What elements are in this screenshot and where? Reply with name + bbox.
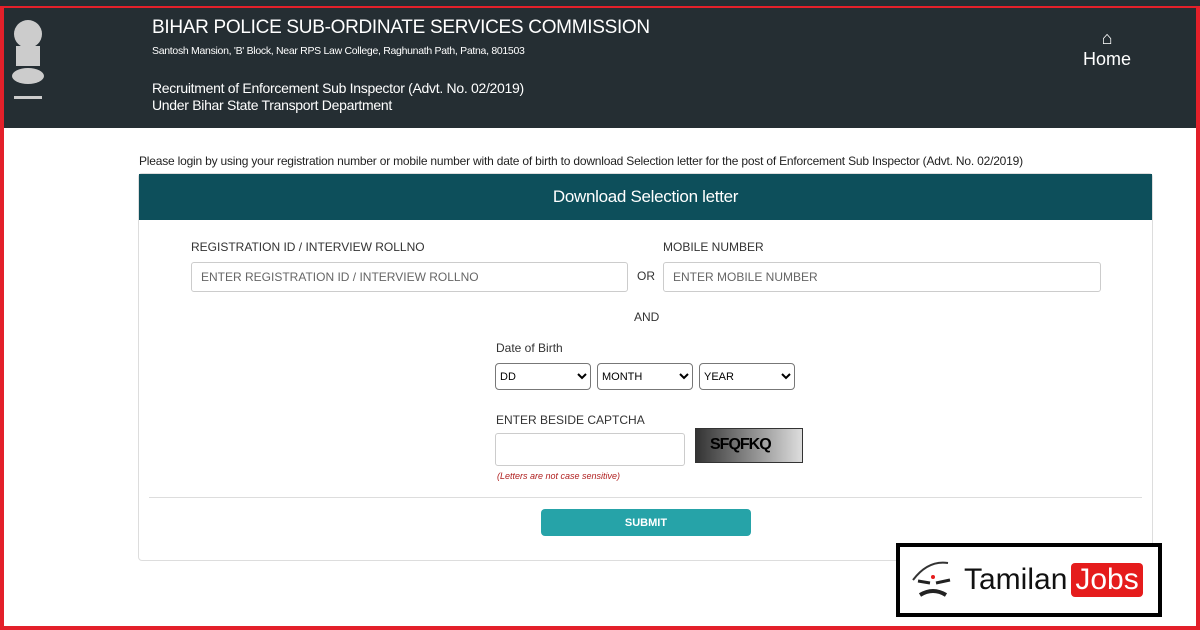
- dob-label: Date of Birth: [496, 341, 563, 355]
- registration-input[interactable]: [191, 262, 628, 292]
- month-select[interactable]: MONTH: [597, 363, 693, 390]
- mobile-label: MOBILE NUMBER: [663, 240, 764, 254]
- captcha-input[interactable]: [495, 433, 685, 466]
- mascot-face-icon: [912, 561, 951, 597]
- org-address: Santosh Mansion, 'B' Block, Near RPS Law…: [152, 45, 525, 57]
- or-label: OR: [637, 269, 655, 283]
- national-emblem-icon: [12, 20, 44, 99]
- logo-text-jobs: Jobs: [1071, 563, 1143, 597]
- year-select[interactable]: YEAR: [699, 363, 795, 390]
- panel-title: Download Selection letter: [139, 174, 1152, 220]
- top-strip: [0, 0, 1200, 6]
- and-label: AND: [634, 310, 660, 324]
- captcha-image: SFQFKQ: [695, 428, 803, 463]
- day-select[interactable]: DD: [495, 363, 591, 390]
- site-header: BIHAR POLICE SUB-ORDINATE SERVICES COMMI…: [0, 0, 1200, 128]
- department: Under Bihar State Transport Department: [152, 97, 392, 113]
- home-icon: ⌂: [1101, 28, 1113, 48]
- reg-label: REGISTRATION ID / INTERVIEW ROLLNO: [191, 240, 425, 254]
- download-panel: Download Selection letter REGISTRATION I…: [138, 173, 1153, 561]
- captcha-hint: (Letters are not case sensitive): [497, 471, 621, 481]
- logo-text-tamilan: Tamilan: [964, 563, 1068, 596]
- divider: [149, 497, 1142, 498]
- recruitment-title: Recruitment of Enforcement Sub Inspector…: [152, 80, 524, 96]
- submit-button[interactable]: SUBMIT: [541, 509, 751, 536]
- captcha-label: ENTER BESIDE CAPTCHA: [496, 413, 645, 427]
- tamilanjobs-watermark: Tamilan Jobs: [896, 543, 1162, 617]
- login-notice: Please login by using your registration …: [139, 154, 1023, 168]
- mobile-input[interactable]: [663, 262, 1101, 292]
- home-label: Home: [1082, 49, 1131, 69]
- org-title: BIHAR POLICE SUB-ORDINATE SERVICES COMMI…: [152, 17, 650, 38]
- home-link[interactable]: ⌂ Home: [1082, 28, 1132, 70]
